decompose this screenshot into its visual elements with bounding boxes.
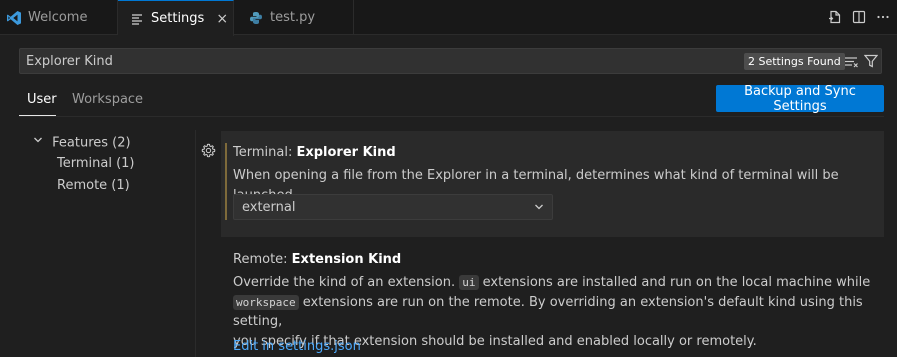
- tab-settings[interactable]: Settings ×: [118, 0, 234, 36]
- toc-label: Features (2): [52, 135, 131, 151]
- settings-file-icon: [129, 11, 145, 27]
- more-actions-icon[interactable]: [874, 8, 892, 26]
- tab-label: Settings: [151, 11, 205, 26]
- results-count-badge: 2 Settings Found: [744, 53, 845, 70]
- toc-item-remote[interactable]: Remote (1): [57, 176, 130, 196]
- tab-test-py[interactable]: test.py: [234, 0, 354, 35]
- gear-icon[interactable]: [200, 142, 216, 158]
- settings-search-input[interactable]: [26, 49, 626, 73]
- desc-text: Override the kind of an extension.: [233, 275, 460, 290]
- split-editor-icon[interactable]: [850, 8, 868, 26]
- setting-name: Extension Kind: [291, 252, 402, 267]
- setting-category: Terminal:: [233, 145, 297, 160]
- setting-name: Explorer Kind: [296, 145, 396, 160]
- backup-sync-button[interactable]: Backup and Sync Settings: [716, 84, 884, 114]
- tab-workspace-scope[interactable]: Workspace: [72, 92, 143, 114]
- setting-category: Remote:: [233, 252, 292, 267]
- inline-code: workspace: [233, 294, 299, 310]
- toc-item-features[interactable]: Features (2): [32, 133, 131, 153]
- close-icon[interactable]: ×: [216, 11, 228, 27]
- tab-label: test.py: [270, 10, 316, 25]
- python-icon: [248, 10, 264, 26]
- header-divider: [19, 116, 884, 117]
- explorer-kind-select[interactable]: external: [233, 194, 553, 220]
- tab-label: Welcome: [28, 10, 88, 25]
- filter-icon[interactable]: [863, 53, 879, 69]
- open-settings-json-icon[interactable]: [826, 8, 844, 26]
- toc-divider: [195, 130, 196, 357]
- desc-text: extensions are installed and run on the …: [478, 275, 871, 290]
- setting-title: Remote: Extension Kind: [233, 252, 401, 267]
- edit-in-settings-json-link[interactable]: Edit in settings.json: [233, 339, 361, 354]
- modified-indicator: [225, 143, 227, 220]
- vscode-logo-icon: [6, 10, 22, 26]
- toc-item-terminal[interactable]: Terminal (1): [57, 154, 135, 174]
- chevron-down-icon: [532, 200, 546, 214]
- chevron-down-icon: [32, 133, 48, 153]
- inline-code: ui: [459, 275, 479, 290]
- settings-search-box[interactable]: 2 Settings Found: [19, 48, 882, 74]
- desc-text: extensions are run on the remote. By ove…: [233, 294, 863, 330]
- select-value: external: [242, 199, 296, 215]
- tab-user-scope[interactable]: User: [27, 92, 57, 114]
- clear-filter-icon[interactable]: [843, 53, 859, 69]
- setting-title: Terminal: Explorer Kind: [233, 145, 396, 160]
- tab-welcome[interactable]: Welcome: [0, 0, 118, 35]
